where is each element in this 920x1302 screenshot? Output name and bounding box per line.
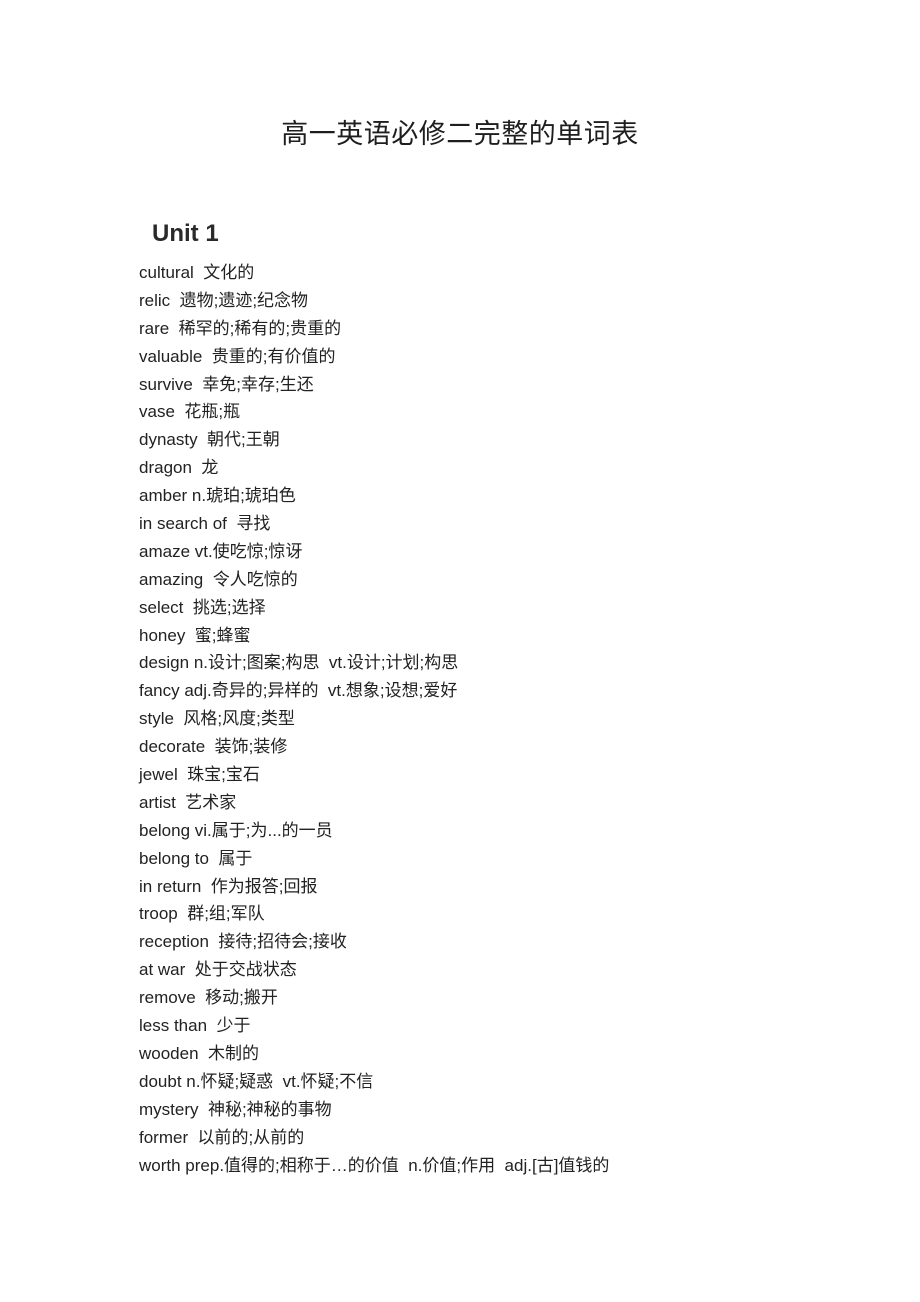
vocabulary-entry: at war 处于交战状态	[139, 960, 297, 980]
vocabulary-entry: mystery 神秘;神秘的事物	[139, 1099, 332, 1119]
vocabulary-entry: former 以前的;从前的	[139, 1127, 305, 1147]
vocabulary-entry: fancy adj.奇异的;异样的 vt.想象;设想;爱好	[139, 681, 458, 701]
vocabulary-entry: design n.设计;图案;构思 vt.设计;计划;构思	[139, 653, 459, 673]
document-title: 高一英语必修二完整的单词表	[281, 119, 639, 150]
vocabulary-entry: dragon 龙	[139, 458, 219, 478]
unit-heading: Unit 1	[152, 220, 219, 247]
vocabulary-entry: honey 蜜;蜂蜜	[139, 625, 251, 645]
vocabulary-entry: decorate 装饰;装修	[139, 737, 288, 757]
vocabulary-entry: amaze vt.使吃惊;惊讶	[139, 541, 303, 561]
vocabulary-entry: belong vi.属于;为...的一员	[139, 820, 333, 840]
vocabulary-entry: troop 群;组;军队	[139, 904, 265, 924]
vocabulary-entry: relic 遗物;遗迹;纪念物	[139, 290, 309, 310]
vocabulary-entry: amber n.琥珀;琥珀色	[139, 486, 296, 506]
vocabulary-entry: worth prep.值得的;相称于…的价值 n.价值;作用 adj.[古]值钱…	[139, 1155, 610, 1175]
vocabulary-entry: doubt n.怀疑;疑惑 vt.怀疑;不信	[139, 1071, 374, 1091]
vocabulary-entry: cultural 文化的	[139, 263, 255, 282]
vocabulary-entry: amazing 令人吃惊的	[139, 569, 298, 589]
vocabulary-entry: vase 花瓶;瓶	[139, 402, 241, 422]
vocabulary-entry: less than 少于	[139, 1016, 251, 1036]
vocabulary-entry: select 挑选;选择	[139, 597, 266, 617]
vocabulary-list: cultural 文化的 relic 遗物;遗迹;纪念物 rare 稀罕的;稀有…	[139, 259, 609, 1179]
vocabulary-entry: style 风格;风度;类型	[139, 709, 295, 729]
vocabulary-entry: wooden 木制的	[139, 1043, 259, 1063]
vocabulary-entry: in return 作为报答;回报	[139, 876, 318, 896]
vocabulary-entry: jewel 珠宝;宝石	[139, 765, 260, 785]
vocabulary-entry: valuable 贵重的;有价值的	[139, 346, 336, 366]
vocabulary-entry: remove 移动;搬开	[139, 988, 278, 1008]
vocabulary-entry: in search of 寻找	[139, 514, 271, 534]
vocabulary-entry: rare 稀罕的;稀有的;贵重的	[139, 318, 342, 338]
vocabulary-entry: artist 艺术家	[139, 792, 237, 812]
vocabulary-entry: dynasty 朝代;王朝	[139, 430, 280, 450]
vocabulary-entry: reception 接待;招待会;接收	[139, 932, 347, 952]
vocabulary-entry: survive 幸免;幸存;生还	[139, 374, 314, 394]
vocabulary-entry: belong to 属于	[139, 848, 253, 868]
